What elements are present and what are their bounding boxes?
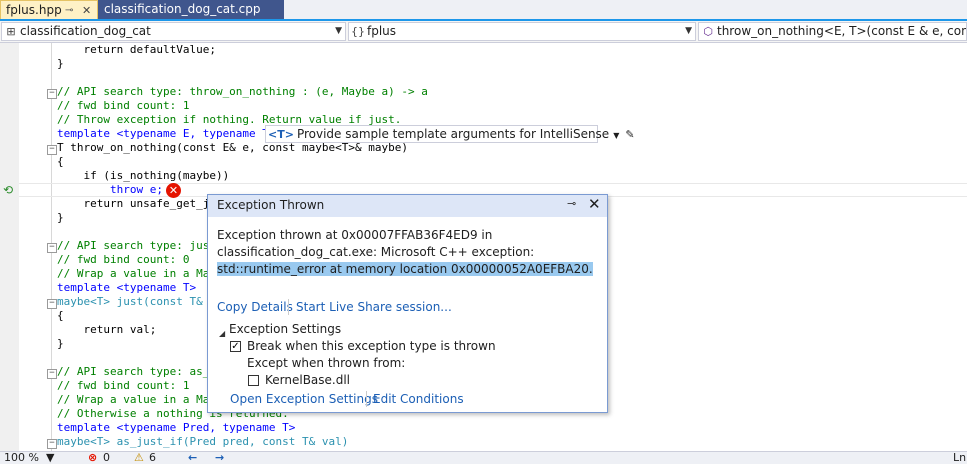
method-icon: ⬡ [703,25,713,38]
code-line: return unsafe_get_jus [57,197,223,210]
break-when-thrown-label: Break when this exception type is thrown [247,339,496,353]
project-dropdown[interactable]: ⊞ classification_dog_cat ▼ [1,22,346,41]
code-line: // Wrap a value in a Mayb [57,267,223,280]
member-dropdown[interactable]: ⬡ throw_on_nothing<E, T>(const E & e, con… [698,22,967,41]
warning-count-icon[interactable]: ⚠ [134,452,144,464]
code-line: if (is_nothing(maybe)) [57,169,230,182]
copy-details-link[interactable]: Copy Details [217,300,293,314]
collapse-toggle[interactable]: − [47,89,57,99]
tab-label: classification_dog_cat.cpp [104,2,261,16]
member-label: throw_on_nothing<E, T>(const E & e, cons… [717,24,966,38]
tab-label: fplus.hpp [6,3,62,17]
live-share-link[interactable]: Start Live Share session... [296,300,452,314]
project-icon: ⊞ [6,25,16,38]
editor-status-bar: 100 % ▼ ⊗ 0 ⚠ 6 ← → Ln: [0,451,967,464]
code-line: } [57,57,64,70]
code-line: return val; [57,323,157,336]
navigate-forward-icon[interactable]: → [215,452,224,464]
project-label: classification_dog_cat [20,24,151,38]
collapse-toggle[interactable]: − [47,145,57,155]
exception-message-line: Exception thrown at 0x00007FFAB36F4ED9 i… [217,228,493,242]
code-line: return defaultValue; [57,43,216,56]
navigate-back-icon[interactable]: ← [188,452,197,464]
template-hint-label: Provide sample template arguments for In… [296,127,610,141]
link-separator [366,391,367,407]
exception-settings-header: Exception Settings [229,322,342,336]
tab-classification-dog-cat-cpp[interactable]: classification_dog_cat.cpp [98,0,284,19]
popup-title: Exception Thrown [217,198,325,212]
exception-message-selected[interactable]: std::runtime_error at memory location 0x… [217,262,593,276]
code-line: } [57,211,64,224]
pin-icon[interactable]: ⊸ [567,197,576,210]
close-icon[interactable]: ✕ [82,1,91,20]
exception-message-line: classification_dog_cat.exe: Microsoft C+… [217,245,535,259]
code-line: // fwd bind count: 0 [57,253,190,266]
code-line: // fwd bind count: 1 [57,379,190,392]
error-icon[interactable]: ✕ [166,183,181,198]
code-line: // API search type: just [57,239,216,252]
error-count-icon[interactable]: ⊗ [88,452,97,464]
link-separator [288,299,289,315]
pin-icon[interactable]: ⊸ [65,1,73,20]
kernelbase-checkbox[interactable] [248,375,259,386]
edit-conditions-link[interactable]: Edit Conditions [373,392,464,406]
chevron-down-icon[interactable]: ▼ [613,131,619,140]
except-when-label: Except when thrown from: [247,356,406,370]
exception-thrown-popup: Exception Thrown ⊸ ✕ Exception thrown at… [207,194,608,413]
collapse-toggle[interactable]: − [47,369,57,379]
code-line: maybe<T> just(const T& va [57,295,223,308]
collapse-toggle[interactable]: − [47,299,57,309]
scope-label: fplus [367,24,397,38]
tab-strip: fplus.hpp ⊸ ✕ classification_dog_cat.cpp [0,0,967,21]
chevron-down-icon[interactable]: ▼ [46,452,54,464]
code-line: // Wrap a value in a Mayb [57,393,223,406]
chevron-down-icon: ▼ [685,26,692,36]
scope-dropdown[interactable]: {} fplus ▼ [348,22,696,41]
expand-triangle-icon[interactable]: ◢ [219,329,225,338]
zoom-level[interactable]: 100 % [4,452,39,464]
code-line: template <typename T> [57,281,197,294]
next-statement-arrow-icon[interactable]: ⟲ [3,183,13,197]
chevron-down-icon: ▼ [335,26,342,36]
code-line: // API search type: throw_on_nothing : (… [57,85,428,98]
close-icon[interactable]: ✕ [588,195,601,213]
warning-count[interactable]: 6 [149,452,156,464]
editor-gutter [0,43,19,451]
pencil-icon[interactable]: ✎ [625,128,634,141]
collapse-toggle[interactable]: − [47,243,57,253]
kernelbase-label: KernelBase.dll [265,373,351,387]
code-line: { [57,155,64,168]
open-exception-settings-link[interactable]: Open Exception Settings [230,392,378,406]
code-line: throw e; [57,183,163,196]
code-line: { [57,309,64,322]
navigation-bar: ⊞ classification_dog_cat ▼ {} fplus ▼ ⬡ thr… [0,21,967,43]
code-line: // API search type: as_ju [57,365,223,378]
code-line: template <typename Pred, typename T> [57,421,296,434]
code-line: // fwd bind count: 1 [57,99,190,112]
template-arguments-hint[interactable]: <T> Provide sample template arguments for… [265,125,635,143]
break-when-thrown-checkbox[interactable]: ✓ [230,341,241,352]
code-line: } [57,337,64,350]
popup-header: Exception Thrown ⊸ ✕ [208,195,607,217]
tab-fplus-hpp[interactable]: fplus.hpp ⊸ ✕ [0,0,98,19]
code-line: maybe<T> as_just_if(Pred pred, const T& … [57,435,349,448]
error-count[interactable]: 0 [103,452,110,464]
template-badge: <T> [268,128,294,141]
line-number-label: Ln: [953,451,967,464]
namespace-icon: {} [351,25,365,38]
code-line: template <typename E, typename T> [57,127,276,140]
collapse-toggle[interactable]: − [47,439,57,449]
